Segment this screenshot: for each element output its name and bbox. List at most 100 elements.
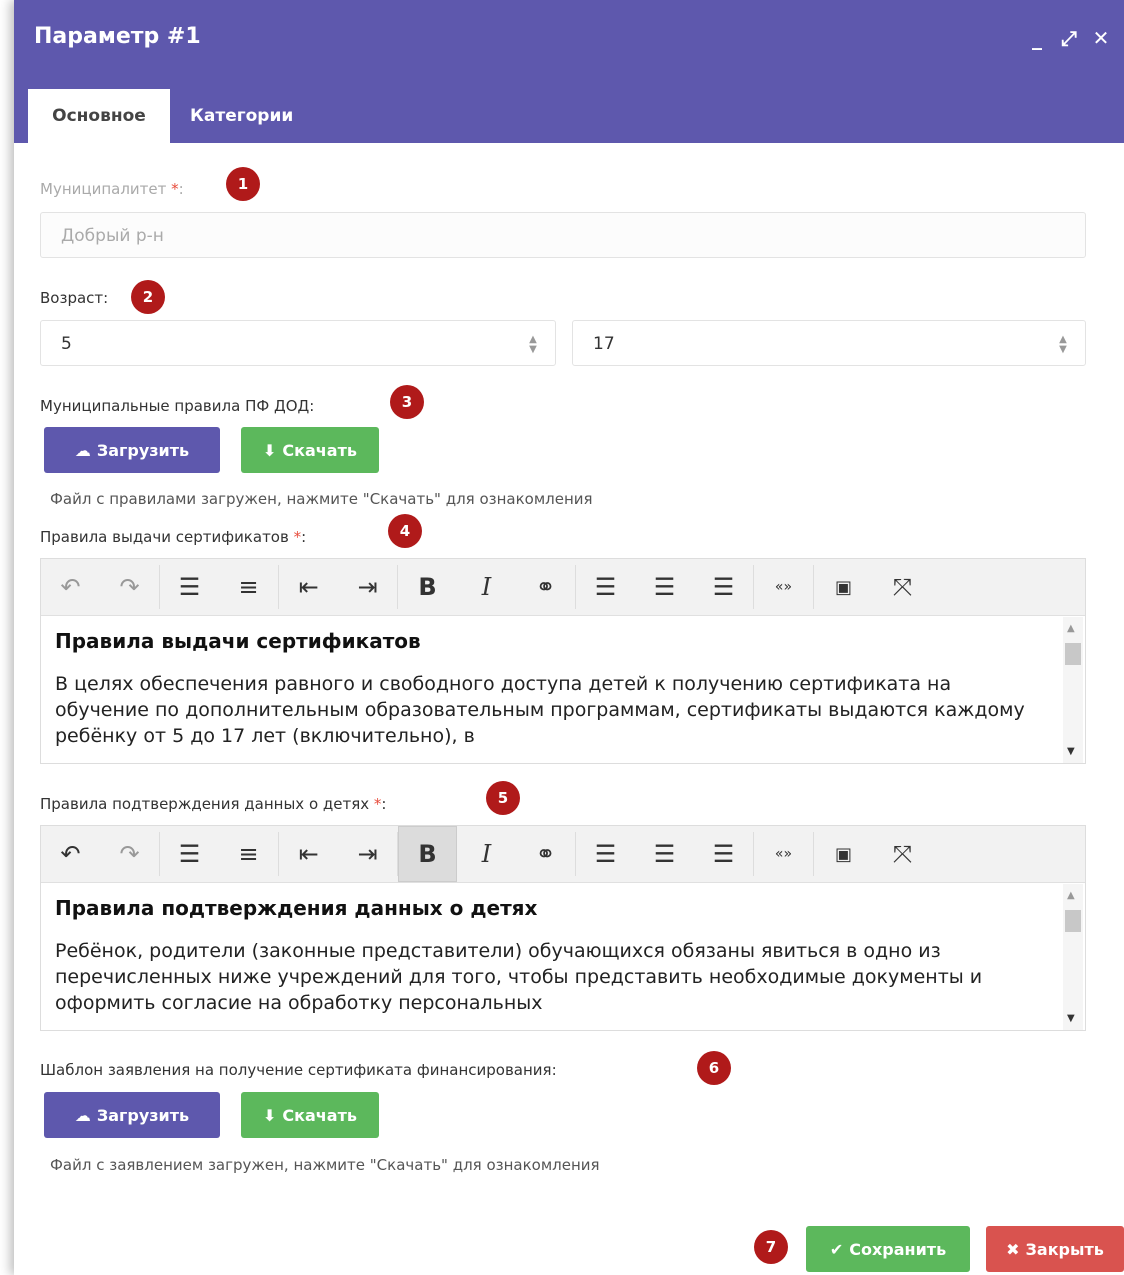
file-download-icon: ⬇	[263, 440, 277, 460]
align-right-icon[interactable]: ☰	[694, 559, 753, 615]
rules-hint: Файл с правилами загружен, нажмите "Скач…	[50, 490, 593, 508]
editor-scrollbar[interactable]: ▲ ▼	[1063, 617, 1083, 763]
age-from-value: 5	[61, 334, 72, 354]
age-from-input[interactable]: 5 ▲ ▼	[40, 320, 556, 366]
spinner-icon[interactable]: ▲ ▼	[1057, 335, 1069, 355]
tab-main[interactable]: Основное	[28, 89, 170, 143]
download-label: Скачать	[282, 1105, 357, 1125]
certificate-rules-editor[interactable]: ↶ ↷ ☰ ≡ ⇤ ⇥ B I ⚭ ☰ ☰ ☰ «» ▣ ⤧ Правила в…	[40, 558, 1086, 764]
upload-label: Загрузить	[96, 1105, 190, 1125]
file-download-icon: ⬇	[263, 1105, 277, 1125]
undo-icon[interactable]: ↶	[41, 826, 100, 882]
certificate-rules-label-text: Правила выдачи сертификатов	[40, 528, 289, 546]
scrollbar-thumb[interactable]	[1065, 643, 1081, 665]
age-to-input[interactable]: 17 ▲ ▼	[572, 320, 1086, 366]
dialog-title: Параметр #1	[34, 24, 201, 49]
cloud-upload-icon: ☁	[74, 1105, 91, 1125]
close-label: Закрыть	[1025, 1239, 1104, 1259]
application-template-label: Шаблон заявления на получение сертификат…	[40, 1061, 557, 1079]
redo-icon[interactable]: ↷	[100, 826, 159, 882]
upload-label: Загрузить	[96, 440, 190, 460]
numbered-list-icon[interactable]: ≡	[219, 826, 278, 882]
bullet-list-icon[interactable]: ☰	[160, 826, 219, 882]
callout-badge-4: 4	[388, 514, 422, 548]
child-data-rules-label-text: Правила подтверждения данных о детях	[40, 795, 370, 813]
undo-icon[interactable]: ↶	[41, 559, 100, 615]
save-label: Сохранить	[849, 1239, 947, 1259]
child-data-rules-editor[interactable]: ↶ ↷ ☰ ≡ ⇤ ⇥ B I ⚭ ☰ ☰ ☰ «» ▣ ⤧ Правила п…	[40, 825, 1086, 1031]
quote-icon[interactable]: «»	[754, 826, 813, 882]
municipality-label: Муниципалитет *:	[40, 180, 184, 198]
municipality-field[interactable]: Добрый р-н	[40, 212, 1086, 258]
upload-rules-button[interactable]: ☁ Загрузить	[44, 427, 220, 473]
scroll-down-icon[interactable]: ▼	[1067, 746, 1075, 757]
editor-paragraph: Ребёнок, родители (законные представител…	[55, 940, 983, 1014]
align-left-icon[interactable]: ☰	[576, 826, 635, 882]
minimize-icon[interactable]: _	[1026, 26, 1048, 50]
template-hint: Файл с заявлением загружен, нажмите "Ска…	[50, 1156, 600, 1174]
editor-content[interactable]: Правила подтверждения данных о детях Реб…	[55, 896, 1045, 1026]
editor-scrollbar[interactable]: ▲ ▼	[1063, 884, 1083, 1030]
rules-pfdod-label: Муниципальные правила ПФ ДОД:	[40, 397, 315, 415]
numbered-list-icon[interactable]: ≡	[219, 559, 278, 615]
outdent-icon[interactable]: ⇤	[279, 826, 338, 882]
media-icon[interactable]: ▣	[814, 559, 873, 615]
editor-heading: Правила подтверждения данных о детях	[55, 896, 538, 920]
close-x-icon: ✖	[1006, 1239, 1020, 1259]
scrollbar-thumb[interactable]	[1065, 910, 1081, 932]
maximize-icon[interactable]: ⤢	[1058, 26, 1080, 50]
align-right-icon[interactable]: ☰	[694, 826, 753, 882]
outdent-icon[interactable]: ⇤	[279, 559, 338, 615]
callout-badge-1: 1	[226, 167, 260, 201]
save-button[interactable]: ✔ Сохранить	[806, 1226, 970, 1272]
download-rules-button[interactable]: ⬇ Скачать	[241, 427, 379, 473]
download-template-button[interactable]: ⬇ Скачать	[241, 1092, 379, 1138]
bold-icon[interactable]: B	[398, 826, 457, 882]
bullet-list-icon[interactable]: ☰	[160, 559, 219, 615]
age-label: Возраст:	[40, 289, 109, 307]
certificate-rules-label: Правила выдачи сертификатов *:	[40, 528, 306, 546]
dialog-header: Параметр #1 _ ⤢ ✕ Основное Категории	[14, 0, 1124, 143]
fullscreen-icon[interactable]: ⤧	[873, 559, 932, 615]
editor-paragraph: В целях обеспечения равного и свободного…	[55, 673, 1025, 747]
required-marker: *	[293, 528, 302, 546]
quote-icon[interactable]: «»	[754, 559, 813, 615]
editor-heading: Правила выдачи сертификатов	[55, 629, 421, 653]
download-label: Скачать	[282, 440, 357, 460]
window-controls: _ ⤢ ✕	[1026, 26, 1112, 50]
municipality-label-text: Муниципалитет	[40, 180, 167, 198]
spinner-icon[interactable]: ▲ ▼	[527, 335, 539, 355]
media-icon[interactable]: ▣	[814, 826, 873, 882]
required-marker: *	[171, 180, 179, 198]
fullscreen-icon[interactable]: ⤧	[873, 826, 932, 882]
child-data-rules-label: Правила подтверждения данных о детях *:	[40, 795, 386, 813]
tab-categories[interactable]: Категории	[190, 89, 293, 143]
close-icon[interactable]: ✕	[1090, 26, 1112, 50]
redo-icon[interactable]: ↷	[100, 559, 159, 615]
editor-toolbar: ↶ ↷ ☰ ≡ ⇤ ⇥ B I ⚭ ☰ ☰ ☰ «» ▣ ⤧	[41, 559, 1085, 616]
parameter-dialog: Параметр #1 _ ⤢ ✕ Основное Категории Мун…	[14, 0, 1124, 1275]
link-icon[interactable]: ⚭	[516, 826, 575, 882]
indent-icon[interactable]: ⇥	[338, 826, 397, 882]
label-colon: :	[301, 528, 307, 546]
callout-badge-6: 6	[697, 1051, 731, 1085]
callout-badge-2: 2	[131, 280, 165, 314]
scroll-down-icon[interactable]: ▼	[1067, 1013, 1075, 1024]
upload-template-button[interactable]: ☁ Загрузить	[44, 1092, 220, 1138]
scroll-up-icon[interactable]: ▲	[1067, 623, 1075, 634]
label-colon: :	[381, 795, 387, 813]
close-button[interactable]: ✖ Закрыть	[986, 1226, 1124, 1272]
link-icon[interactable]: ⚭	[516, 559, 575, 615]
align-left-icon[interactable]: ☰	[576, 559, 635, 615]
bold-icon[interactable]: B	[398, 559, 457, 615]
check-icon: ✔	[829, 1239, 844, 1259]
italic-icon[interactable]: I	[457, 826, 516, 882]
italic-icon[interactable]: I	[457, 559, 516, 615]
label-colon: :	[178, 180, 184, 198]
editor-content[interactable]: Правила выдачи сертификатов В целях обес…	[55, 629, 1045, 759]
align-center-icon[interactable]: ☰	[635, 826, 694, 882]
callout-badge-7: 7	[754, 1230, 788, 1264]
indent-icon[interactable]: ⇥	[338, 559, 397, 615]
scroll-up-icon[interactable]: ▲	[1067, 890, 1075, 901]
align-center-icon[interactable]: ☰	[635, 559, 694, 615]
